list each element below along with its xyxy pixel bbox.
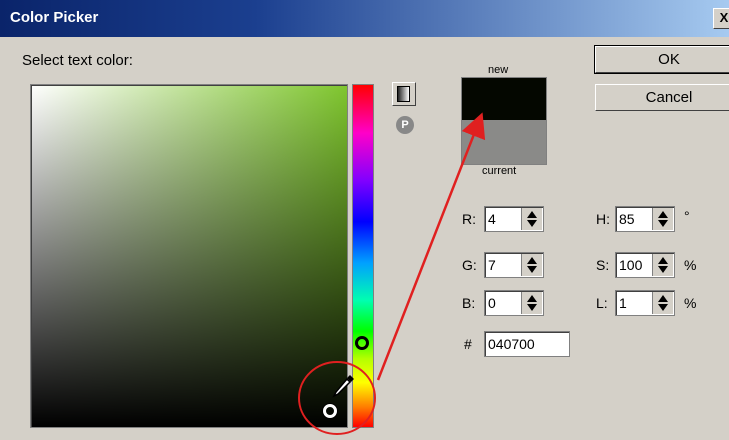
highlight-circle xyxy=(298,361,376,435)
annotation-overlay xyxy=(298,112,486,435)
annotation-arrow xyxy=(376,112,486,381)
